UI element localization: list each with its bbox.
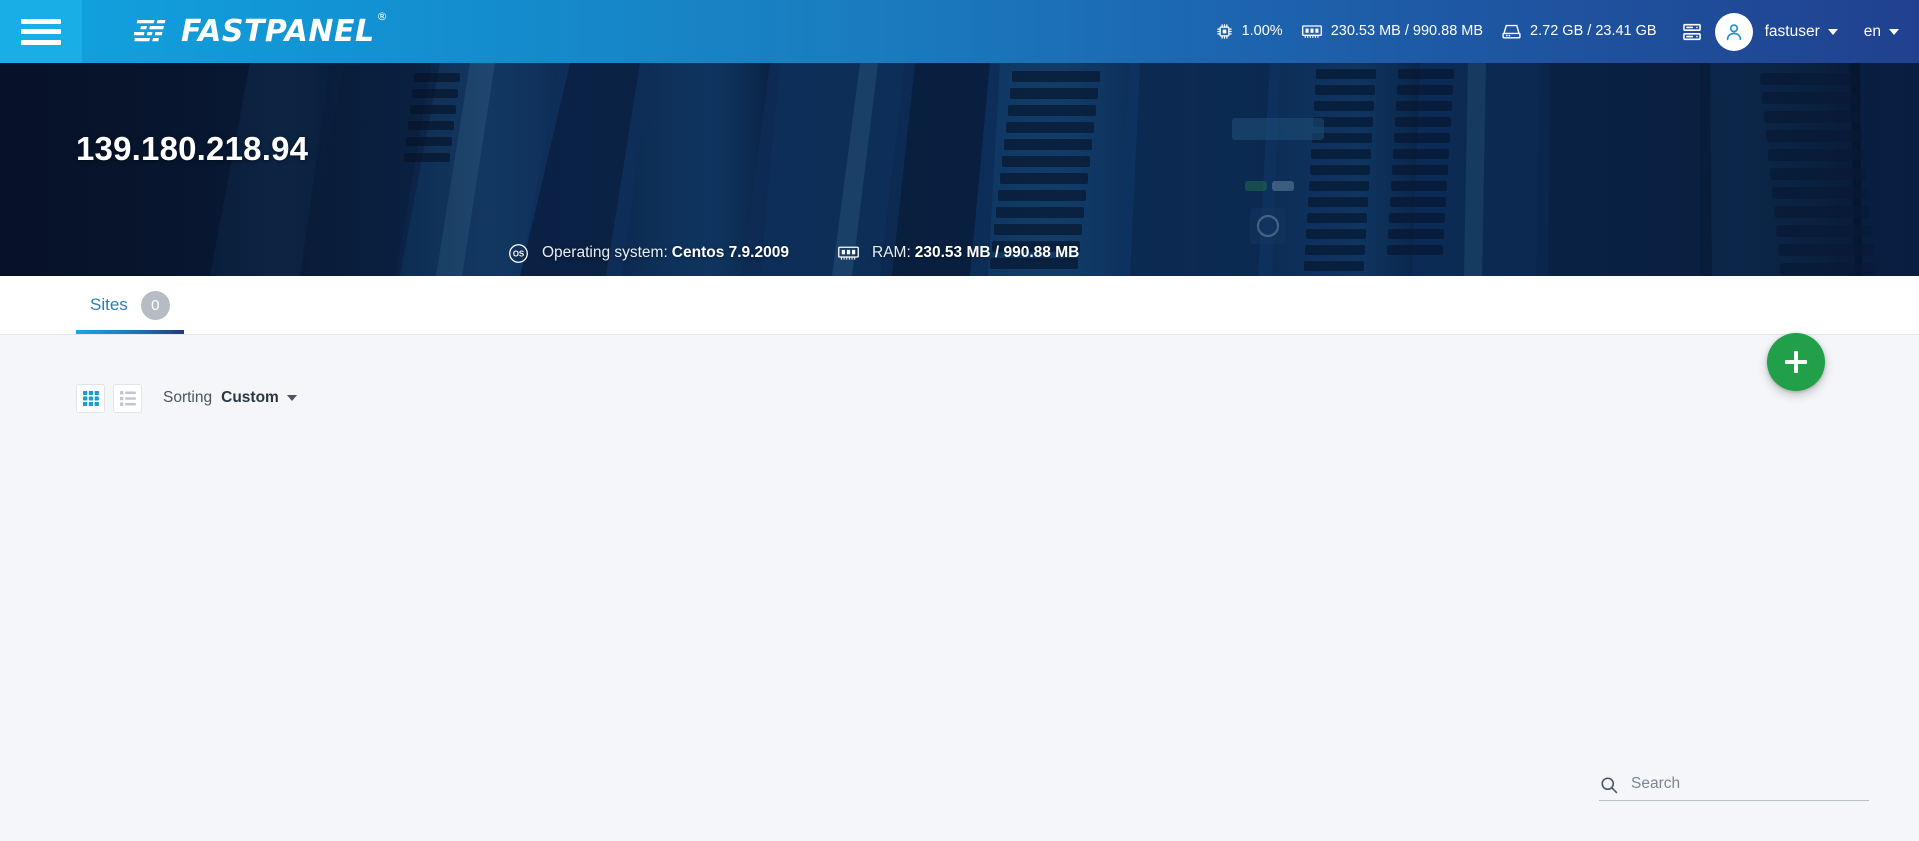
add-site-button[interactable] — [1767, 333, 1825, 391]
tab-sites-count-badge: 0 — [140, 290, 170, 320]
chevron-down-icon[interactable] — [286, 395, 297, 401]
tab-sites-label: Sites — [90, 295, 128, 314]
sorting-value-dropdown[interactable]: Custom — [221, 389, 279, 407]
chevron-down-icon — [1889, 28, 1899, 35]
info-value-ram: 230.53 MB / 990.88 MB — [914, 244, 1080, 261]
header-disk-stat: 2.72 GB / 23.41 GB — [1501, 22, 1657, 41]
os-icon: OS — [505, 243, 531, 264]
hamburger-menu-button[interactable] — [0, 0, 82, 63]
list-view-icon — [119, 390, 136, 406]
info-value-operating-system: Centos 7.9.2009 — [671, 244, 789, 261]
header-cpu-stat: 1.00% — [1215, 22, 1283, 41]
language-selector[interactable]: en — [1864, 24, 1899, 40]
grid-view-icon — [82, 390, 99, 406]
hamburger-menu-icon — [21, 18, 61, 45]
avatar — [1714, 12, 1753, 51]
header-cpu-value: 1.00% — [1241, 23, 1283, 40]
top-header-bar: FASTPANEL ® 1.00% 230.53 MB / 990.88 MB … — [0, 0, 1919, 63]
info-row-operating-system: OS Operating system: Centos 7.9.2009 — [505, 233, 789, 273]
server-stack-icon — [1682, 23, 1701, 40]
server-info-hero: 139.180.218.94 OS Operating system: Cent… — [0, 63, 1919, 276]
fastpanel-logo[interactable]: FASTPANEL ® — [82, 11, 388, 49]
user-icon — [1726, 23, 1741, 40]
language-label: en — [1863, 22, 1881, 40]
header-disk-value: 2.72 GB / 23.41 GB — [1530, 23, 1657, 40]
logo-wordmark: FASTPANEL — [181, 13, 375, 49]
info-row-ram: RAM: 230.53 MB / 990.88 MB — [835, 233, 1109, 273]
sites-content-area: Sorting Custom — [0, 335, 1919, 841]
user-menu-button[interactable]: fastuser — [1714, 12, 1838, 51]
ram-icon — [1301, 22, 1323, 41]
server-info-column-right: RAM: 230.53 MB / 990.88 MB CPU load: 1.0… — [835, 233, 1109, 276]
server-ip-title: 139.180.218.94 — [76, 130, 309, 167]
tab-sites[interactable]: Sites 0 — [76, 276, 184, 334]
user-name-label: fastuser — [1764, 22, 1820, 40]
search-icon — [1599, 775, 1619, 795]
search-field[interactable] — [1599, 775, 1869, 801]
fastpanel-logo-text: FASTPANEL ® — [181, 11, 388, 49]
tab-bar: Sites 0 — [0, 276, 1919, 334]
fastpanel-logo-icon — [134, 19, 166, 41]
svg-text:OS: OS — [512, 249, 523, 258]
servers-button[interactable] — [1681, 21, 1703, 43]
sites-toolbar: Sorting Custom — [0, 335, 1919, 425]
plus-icon-bar — [1785, 360, 1807, 364]
info-label-operating-system: Operating system: — [542, 244, 668, 261]
sorting-label: Sorting — [163, 389, 213, 406]
info-label-ram: RAM: — [872, 244, 911, 261]
server-info-column-left: OS Operating system: Centos 7.9.2009 Upt… — [505, 233, 789, 276]
registered-trademark-mark: ® — [376, 9, 389, 23]
grid-view-button[interactable] — [76, 383, 105, 413]
ram-icon — [835, 243, 861, 263]
hero-content: 139.180.218.94 OS Operating system: Cent… — [0, 63, 1919, 276]
cpu-icon — [1215, 22, 1234, 41]
chevron-down-icon — [1827, 28, 1838, 35]
header-ram-value: 230.53 MB / 990.88 MB — [1330, 23, 1484, 40]
disk-icon — [1501, 22, 1522, 41]
header-right-cluster: 1.00% 230.53 MB / 990.88 MB 2.72 GB / 23… — [1215, 0, 1919, 63]
list-view-button[interactable] — [113, 383, 142, 413]
header-ram-stat: 230.53 MB / 990.88 MB — [1301, 22, 1483, 41]
search-input[interactable] — [1631, 775, 1869, 793]
